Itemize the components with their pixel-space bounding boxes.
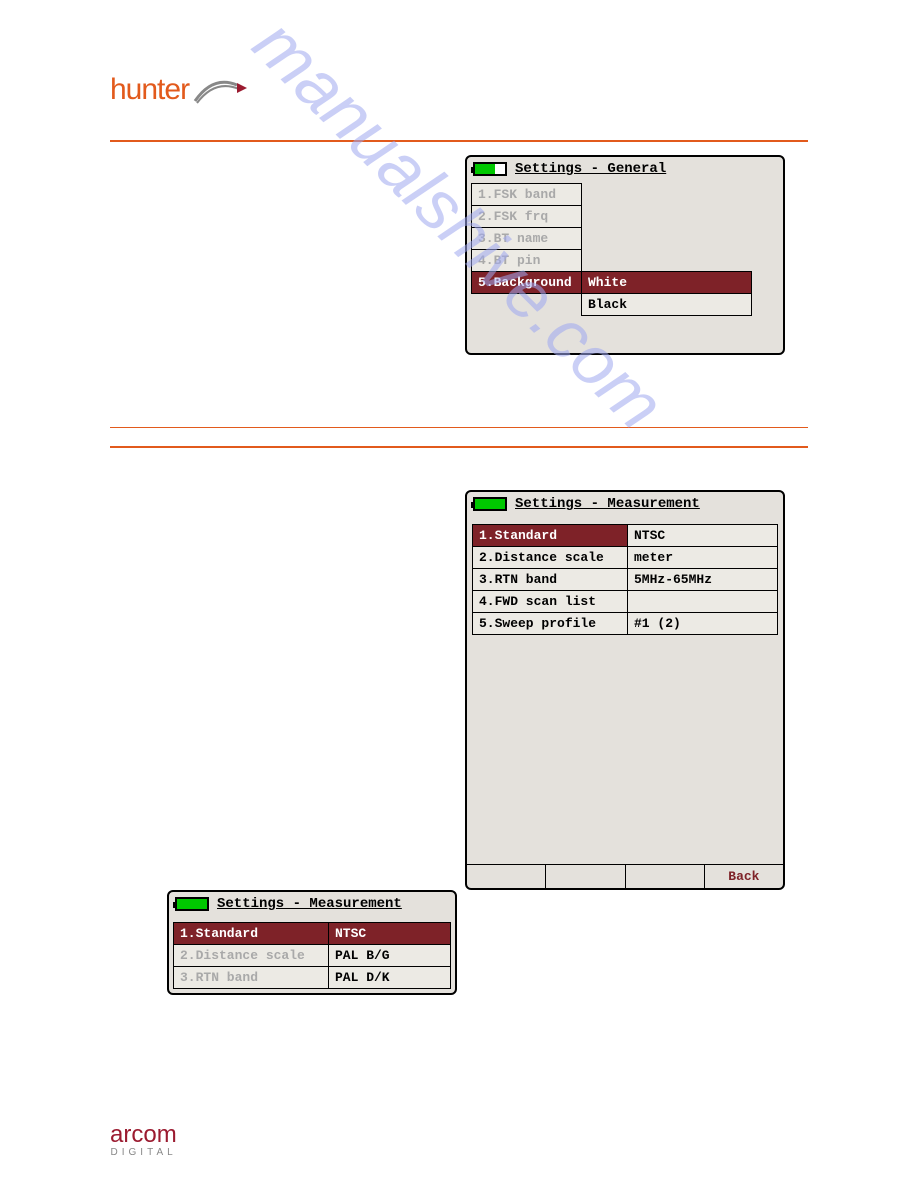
footer-btn-3[interactable] [626,865,705,888]
row-value: Black [582,294,752,316]
table-row[interactable]: 1.FSK band [472,184,752,206]
screen2-title: Settings - Measurement [515,496,700,512]
device-screen-measurement-standard: Settings - Measurement 1.StandardNTSC 2.… [167,890,457,995]
back-button[interactable]: Back [705,865,783,888]
row-value: NTSC [628,525,778,547]
row-label: 2.Distance scale [473,547,628,569]
divider [110,446,808,448]
brand-logo-bottom: arcom DIGITAL [110,1121,177,1158]
arcom-text: arcom [110,1121,177,1148]
device-screen-general: Settings - General 1.FSK band 2.FSK frq … [465,155,785,355]
logo-text: hunter [110,73,189,107]
screen2-header: Settings - Measurement [467,492,783,518]
divider [110,140,808,142]
digital-text: DIGITAL [110,1147,177,1158]
row-value: PAL D/K [329,967,451,989]
row-label: 1.Standard [174,923,329,945]
row-label: 4.FWD scan list [473,591,628,613]
divider [110,427,808,428]
row-label: 3.BT name [472,228,582,250]
screen2-footer: Back [467,864,783,888]
row-value: PAL B/G [329,945,451,967]
row-value: NTSC [329,923,451,945]
table-row[interactable]: 5.Sweep profile#1 (2) [473,613,778,635]
screen3-title: Settings - Measurement [217,896,402,912]
battery-icon [175,897,209,911]
table-row[interactable]: Black [472,294,752,316]
battery-icon [473,497,507,511]
row-value [628,591,778,613]
brand-logo-top: hunter [110,60,808,120]
row-label: 3.RTN band [473,569,628,591]
row-label: 1.FSK band [472,184,582,206]
table-row[interactable]: 3.RTN band5MHz-65MHz [473,569,778,591]
table-row[interactable]: 1.StandardNTSC [174,923,451,945]
row-label: 2.Distance scale [174,945,329,967]
row-value: White [582,272,752,294]
row-label: 5.Background [472,272,582,294]
row-label: 2.FSK frq [472,206,582,228]
row-label: 3.RTN band [174,967,329,989]
screen3-header: Settings - Measurement [169,892,455,918]
row-value: meter [628,547,778,569]
table-row[interactable]: 3.BT name [472,228,752,250]
table-row[interactable]: 3.RTN bandPAL D/K [174,967,451,989]
table-row[interactable]: 2.Distance scalemeter [473,547,778,569]
footer-btn-1[interactable] [467,865,546,888]
battery-icon [473,162,507,176]
table-row[interactable]: 5.Background White [472,272,752,294]
row-label: 1.Standard [473,525,628,547]
row-value: 5MHz-65MHz [628,569,778,591]
table-row[interactable]: 4.FWD scan list [473,591,778,613]
row-value: #1 (2) [628,613,778,635]
table-row[interactable]: 4.BT pin [472,250,752,272]
table-row[interactable]: 1.StandardNTSC [473,525,778,547]
screen1-header: Settings - General [467,157,783,183]
footer-btn-2[interactable] [546,865,625,888]
screen1-title: Settings - General [515,161,666,177]
table-row[interactable]: 2.FSK frq [472,206,752,228]
row-label: 5.Sweep profile [473,613,628,635]
swoosh-icon [193,71,249,110]
table-row[interactable]: 2.Distance scalePAL B/G [174,945,451,967]
row-label: 4.BT pin [472,250,582,272]
device-screen-measurement-main: Settings - Measurement 1.StandardNTSC 2.… [465,490,785,890]
